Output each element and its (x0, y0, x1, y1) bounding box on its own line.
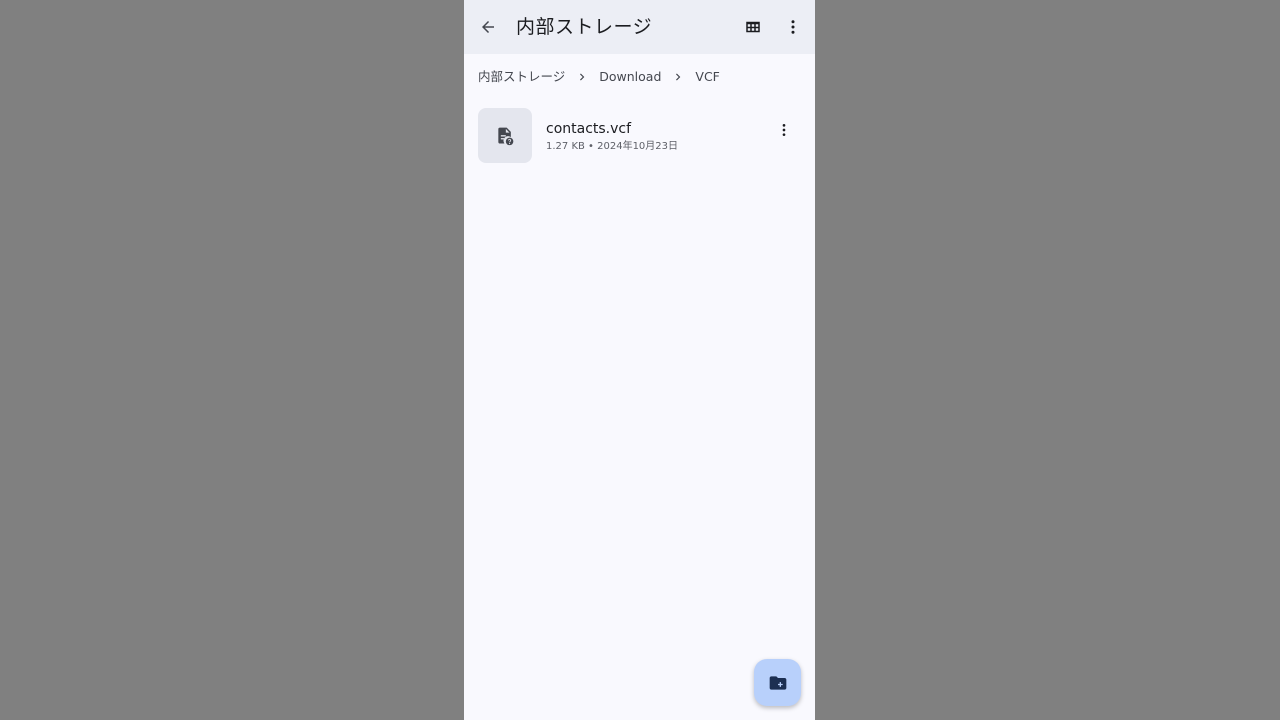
top-app-bar: 内部ストレージ (464, 0, 815, 54)
more-vert-icon (791, 20, 795, 34)
more-vert-icon (782, 124, 786, 136)
breadcrumb-item-vcf[interactable]: VCF (695, 66, 719, 88)
file-meta: 1.27 KB • 2024年10月23日 (546, 141, 679, 152)
new-folder-icon (769, 675, 786, 690)
chevron-right-icon (565, 70, 599, 84)
breadcrumb-item-download[interactable]: Download (599, 66, 661, 88)
unknown-file-icon (498, 127, 514, 145)
back-button[interactable] (474, 13, 502, 41)
chevron-right-icon (661, 70, 695, 84)
page-title: 内部ストレージ (516, 16, 653, 38)
more-options-button[interactable] (779, 13, 807, 41)
list-item[interactable]: contacts.vcf 1.27 KB • 2024年10月23日 (464, 104, 815, 168)
arrow-back-icon (482, 21, 494, 33)
file-manager-screen: 内部ストレージ 内部ストレージ Download VCF contacts.vc… (464, 0, 815, 720)
file-thumbnail (478, 108, 532, 163)
breadcrumb: 内部ストレージ Download VCF (478, 66, 720, 88)
file-name: contacts.vcf (546, 121, 632, 137)
grid-view-icon (746, 21, 760, 33)
breadcrumb-item-internal-storage[interactable]: 内部ストレージ (478, 66, 565, 88)
file-more-options-button[interactable] (770, 116, 798, 144)
grid-view-button[interactable] (739, 13, 767, 41)
new-folder-button[interactable] (754, 659, 801, 706)
